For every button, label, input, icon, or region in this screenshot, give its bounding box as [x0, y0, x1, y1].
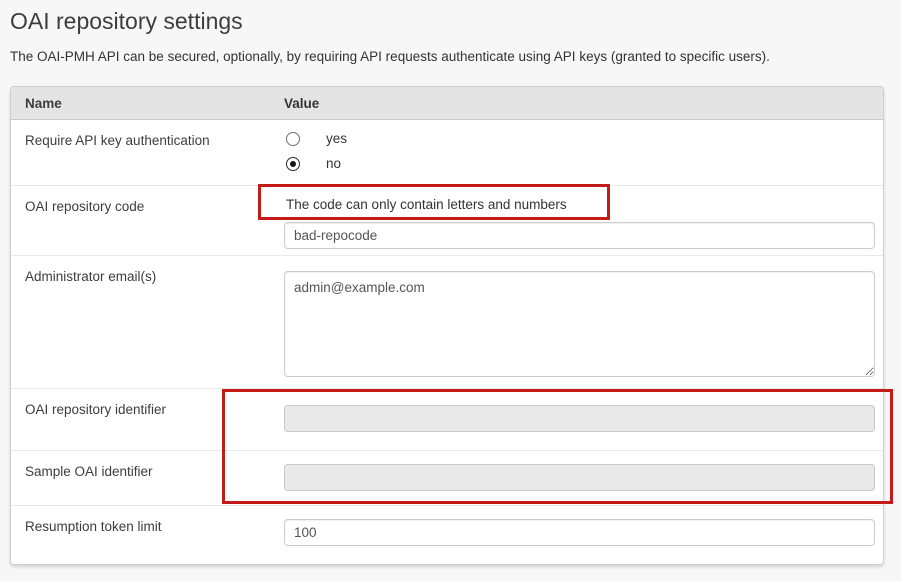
setting-label: Require API key authentication [11, 120, 284, 185]
resumption-token-limit-input[interactable] [284, 519, 875, 546]
radio-no[interactable] [286, 157, 300, 171]
administrator-emails-textarea[interactable]: admin@example.com [284, 271, 875, 377]
row-oai-repository-code: OAI repository code The code can only co… [11, 185, 883, 255]
radio-label-yes[interactable]: yes [326, 131, 347, 146]
radio-label-no[interactable]: no [326, 156, 341, 171]
setting-label: OAI repository code [11, 186, 284, 255]
radio-option-yes[interactable]: yes [284, 126, 875, 151]
page-description: The OAI-PMH API can be secured, optional… [10, 49, 901, 64]
setting-label: Sample OAI identifier [11, 451, 284, 505]
oai-repository-identifier-input [284, 405, 875, 432]
validation-error-message: The code can only contain letters and nu… [286, 197, 875, 213]
table-header-row: Name Value [11, 87, 883, 120]
setting-label: Administrator email(s) [11, 256, 284, 388]
page-title: OAI repository settings [10, 8, 901, 35]
setting-label: OAI repository identifier [11, 389, 284, 450]
setting-label: Resumption token limit [11, 506, 284, 564]
row-oai-repository-identifier: OAI repository identifier [11, 388, 883, 450]
column-header-value: Value [284, 96, 883, 111]
row-sample-oai-identifier: Sample OAI identifier [11, 450, 883, 505]
radio-option-no[interactable]: no [284, 151, 875, 176]
row-resumption-token-limit: Resumption token limit [11, 505, 883, 564]
row-require-api-key-authentication: Require API key authentication yes no [11, 120, 883, 185]
oai-repository-code-input[interactable] [284, 222, 875, 249]
column-header-name: Name [11, 96, 284, 111]
row-administrator-emails: Administrator email(s) admin@example.com [11, 255, 883, 388]
settings-table: Name Value Require API key authenticatio… [10, 86, 884, 565]
radio-yes[interactable] [286, 132, 300, 146]
sample-oai-identifier-input [284, 464, 875, 491]
